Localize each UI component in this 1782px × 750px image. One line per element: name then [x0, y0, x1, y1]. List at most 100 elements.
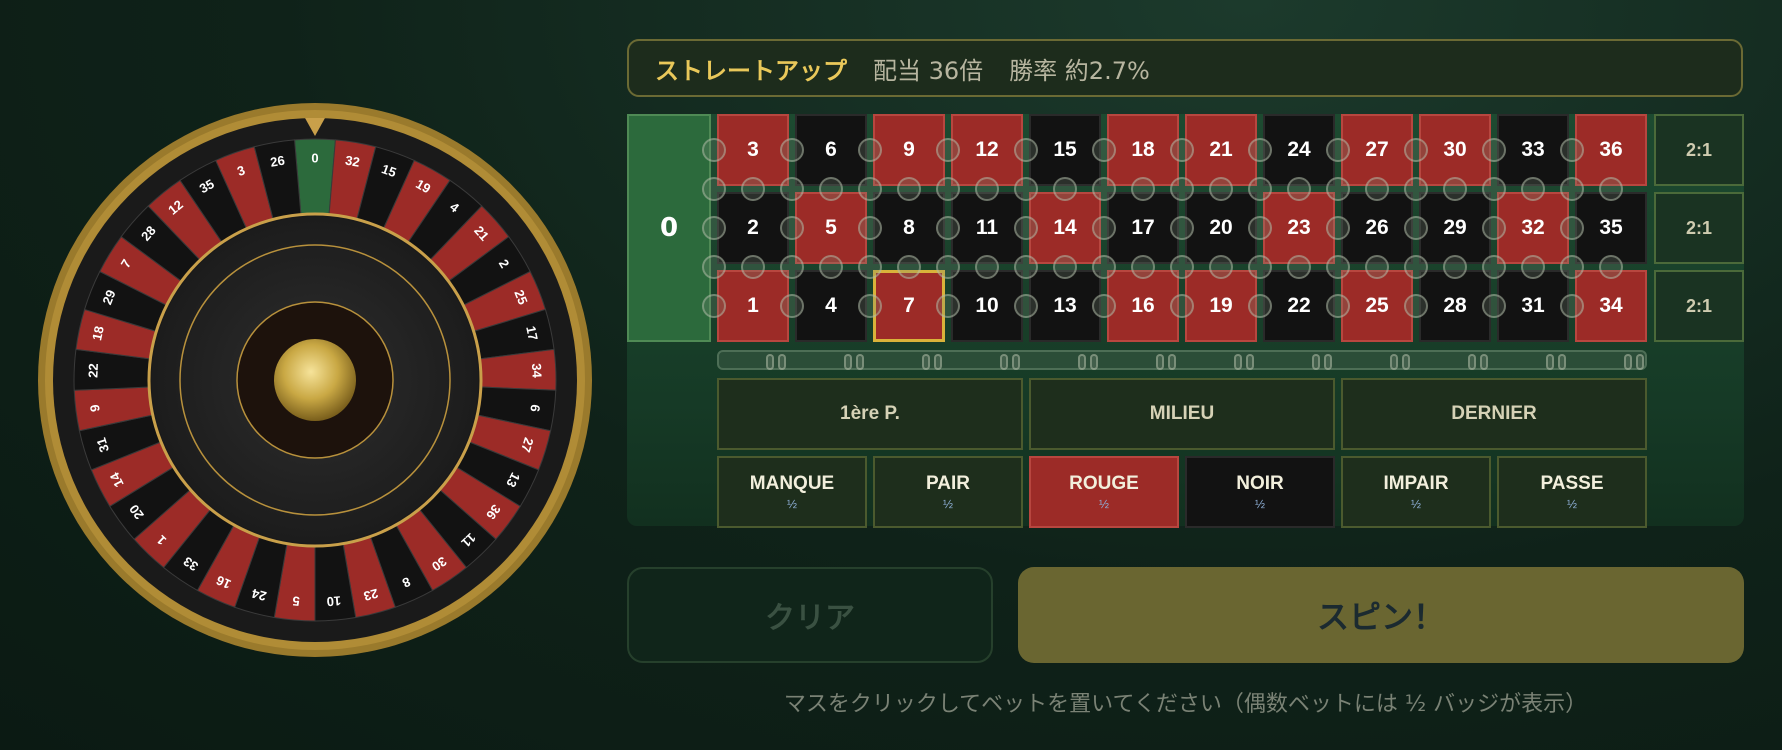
number-cell-20[interactable]: 20	[1185, 192, 1257, 264]
corner-bet-spot[interactable]	[1248, 255, 1272, 279]
split-bet-spot[interactable]	[936, 216, 960, 240]
split-bet-spot[interactable]	[897, 177, 921, 201]
number-cell-26[interactable]: 26	[1341, 192, 1413, 264]
street-bet-tick[interactable]	[1468, 354, 1476, 370]
split-bet-spot[interactable]	[1131, 255, 1155, 279]
bet-rouge[interactable]: ROUGE ½	[1029, 456, 1179, 528]
split-bet-spot[interactable]	[1014, 294, 1038, 318]
corner-bet-spot[interactable]	[1170, 255, 1194, 279]
number-cell-10[interactable]: 10	[951, 270, 1023, 342]
number-cell-6[interactable]: 6	[795, 114, 867, 186]
number-cell-27[interactable]: 27	[1341, 114, 1413, 186]
street-bet-tick[interactable]	[1624, 354, 1632, 370]
corner-bet-spot[interactable]	[1482, 255, 1506, 279]
split-bet-spot[interactable]	[1053, 255, 1077, 279]
number-cell-1[interactable]: 1	[717, 270, 789, 342]
split-bet-spot[interactable]	[1131, 177, 1155, 201]
split-bet-spot[interactable]	[1014, 138, 1038, 162]
split-bet-spot[interactable]	[1365, 255, 1389, 279]
split-bet-spot[interactable]	[1404, 138, 1428, 162]
number-cell-25[interactable]: 25	[1341, 270, 1413, 342]
number-cell-15[interactable]: 15	[1029, 114, 1101, 186]
street-bet-tick[interactable]	[766, 354, 774, 370]
dozen-bet-last[interactable]: DERNIER	[1341, 378, 1647, 450]
number-cell-36[interactable]: 36	[1575, 114, 1647, 186]
corner-bet-spot[interactable]	[1326, 177, 1350, 201]
split-bet-spot[interactable]	[1209, 255, 1233, 279]
street-bet-tick[interactable]	[1246, 354, 1254, 370]
split-bet-spot[interactable]	[780, 216, 804, 240]
split-bet-spot[interactable]	[1560, 294, 1584, 318]
split-bet-spot[interactable]	[1482, 216, 1506, 240]
street-bet-tick[interactable]	[1090, 354, 1098, 370]
column-bet-3[interactable]: 2:1	[1654, 270, 1744, 342]
number-cell-11[interactable]: 11	[951, 192, 1023, 264]
split-bet-spot[interactable]	[975, 177, 999, 201]
corner-bet-spot[interactable]	[780, 177, 804, 201]
number-cell-8[interactable]: 8	[873, 192, 945, 264]
split-bet-spot[interactable]	[702, 138, 726, 162]
dozen-bet-first[interactable]: 1ère P.	[717, 378, 1023, 450]
street-bet-tick[interactable]	[1000, 354, 1008, 370]
dozen-bet-middle[interactable]: MILIEU	[1029, 378, 1335, 450]
split-bet-spot[interactable]	[936, 294, 960, 318]
split-bet-spot[interactable]	[819, 177, 843, 201]
split-bet-spot[interactable]	[1014, 216, 1038, 240]
corner-bet-spot[interactable]	[702, 255, 726, 279]
split-bet-spot[interactable]	[780, 294, 804, 318]
split-bet-spot[interactable]	[1560, 138, 1584, 162]
spin-button[interactable]: スピン！	[1018, 567, 1744, 663]
number-cell-17[interactable]: 17	[1107, 192, 1179, 264]
street-bet-tick[interactable]	[1078, 354, 1086, 370]
street-bet-tick[interactable]	[1636, 354, 1644, 370]
number-cell-12[interactable]: 12	[951, 114, 1023, 186]
number-cell-4[interactable]: 4	[795, 270, 867, 342]
number-cell-24[interactable]: 24	[1263, 114, 1335, 186]
corner-bet-spot[interactable]	[702, 177, 726, 201]
corner-bet-spot[interactable]	[936, 177, 960, 201]
number-cell-19[interactable]: 19	[1185, 270, 1257, 342]
split-bet-spot[interactable]	[1443, 177, 1467, 201]
corner-bet-spot[interactable]	[1248, 177, 1272, 201]
corner-bet-spot[interactable]	[1404, 177, 1428, 201]
split-bet-spot[interactable]	[858, 294, 882, 318]
number-cell-14[interactable]: 14	[1029, 192, 1101, 264]
split-bet-spot[interactable]	[1248, 138, 1272, 162]
number-cell-2[interactable]: 2	[717, 192, 789, 264]
split-bet-spot[interactable]	[1053, 177, 1077, 201]
bet-passe[interactable]: PASSE ½	[1497, 456, 1647, 528]
corner-bet-spot[interactable]	[1092, 177, 1116, 201]
number-cell-23[interactable]: 23	[1263, 192, 1335, 264]
street-bet-tick[interactable]	[1390, 354, 1398, 370]
split-bet-spot[interactable]	[1287, 177, 1311, 201]
split-bet-spot[interactable]	[1599, 177, 1623, 201]
number-cell-28[interactable]: 28	[1419, 270, 1491, 342]
street-bet-tick[interactable]	[1324, 354, 1332, 370]
split-bet-spot[interactable]	[1092, 138, 1116, 162]
split-bet-spot[interactable]	[1521, 177, 1545, 201]
number-cell-33[interactable]: 33	[1497, 114, 1569, 186]
split-bet-spot[interactable]	[1326, 294, 1350, 318]
split-bet-spot[interactable]	[858, 138, 882, 162]
split-bet-spot[interactable]	[1248, 294, 1272, 318]
corner-bet-spot[interactable]	[1092, 255, 1116, 279]
number-cell-7[interactable]: 7	[873, 270, 945, 342]
street-bet-tick[interactable]	[1480, 354, 1488, 370]
number-cell-0[interactable]: 0	[627, 114, 711, 342]
number-cell-34[interactable]: 34	[1575, 270, 1647, 342]
split-bet-spot[interactable]	[1326, 216, 1350, 240]
column-bet-1[interactable]: 2:1	[1654, 114, 1744, 186]
number-cell-22[interactable]: 22	[1263, 270, 1335, 342]
corner-bet-spot[interactable]	[936, 255, 960, 279]
corner-bet-spot[interactable]	[1326, 255, 1350, 279]
corner-bet-spot[interactable]	[1014, 255, 1038, 279]
street-bet-tick[interactable]	[1168, 354, 1176, 370]
street-bet-tick[interactable]	[1312, 354, 1320, 370]
number-cell-30[interactable]: 30	[1419, 114, 1491, 186]
corner-bet-spot[interactable]	[1560, 255, 1584, 279]
split-bet-spot[interactable]	[1482, 294, 1506, 318]
split-bet-spot[interactable]	[1599, 255, 1623, 279]
number-cell-35[interactable]: 35	[1575, 192, 1647, 264]
street-bet-tick[interactable]	[1558, 354, 1566, 370]
split-bet-spot[interactable]	[897, 255, 921, 279]
